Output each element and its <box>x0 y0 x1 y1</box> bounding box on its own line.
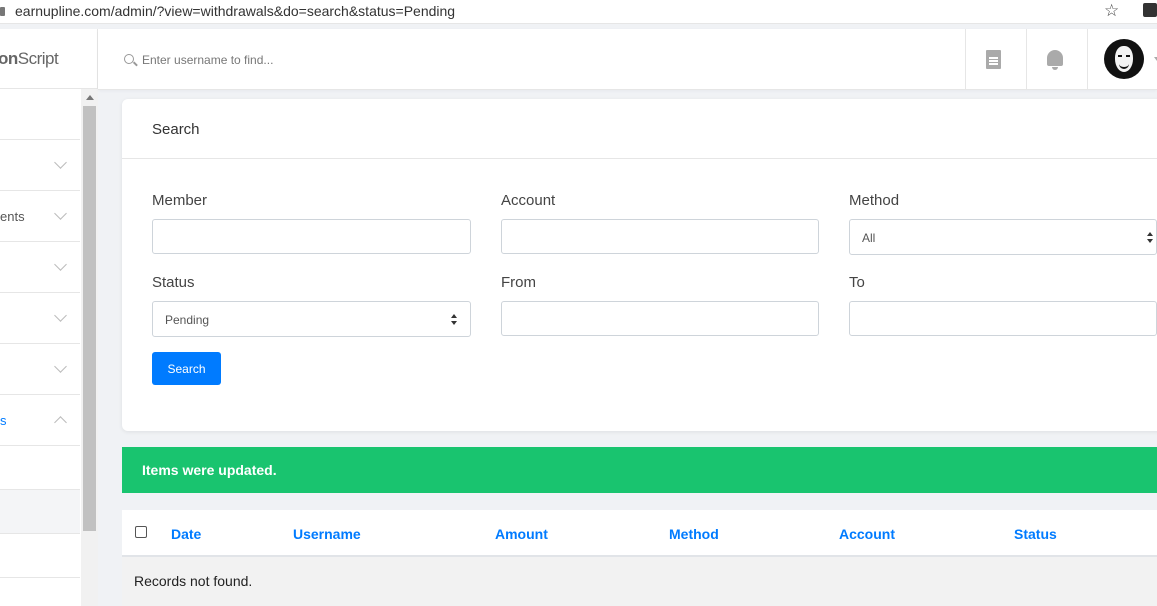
top-header <box>98 29 1157 90</box>
method-select[interactable]: All <box>849 219 1157 255</box>
sidebar-subitem-2[interactable] <box>0 490 80 534</box>
browser-address-bar[interactable]: earnupline.com/admin/?view=withdrawals&d… <box>0 0 1157 24</box>
column-date[interactable]: Date <box>171 526 201 542</box>
status-label: Status <box>152 274 195 291</box>
method-select-value: All <box>862 231 876 245</box>
from-date-input[interactable] <box>501 301 819 336</box>
sidebar-item-6[interactable] <box>0 344 80 395</box>
chevron-down-icon <box>54 258 67 271</box>
brand-logo[interactable]: onScript <box>0 29 98 89</box>
sidebar-item-3[interactable]: ents <box>0 191 80 242</box>
mask-icon <box>1115 46 1133 72</box>
search-card: Search Member Account Method All Status … <box>122 99 1157 431</box>
to-date-input[interactable] <box>849 301 1157 336</box>
select-all-checkbox[interactable] <box>135 526 147 538</box>
column-username[interactable]: Username <box>293 526 361 542</box>
method-label: Method <box>849 192 900 209</box>
header-divider <box>1026 29 1027 90</box>
brand-suffix: Script <box>17 49 59 68</box>
sidebar-scrollbar[interactable] <box>81 89 98 606</box>
search-card-title: Search <box>152 121 200 138</box>
search-icon <box>124 54 134 64</box>
sidebar-subitem-1[interactable] <box>0 446 80 490</box>
empty-message: Records not found. <box>134 573 253 589</box>
chevron-up-icon <box>54 416 67 429</box>
username-search-input[interactable] <box>142 49 542 71</box>
chevron-down-icon <box>54 360 67 373</box>
account-label: Account <box>501 192 556 209</box>
column-method[interactable]: Method <box>669 526 719 542</box>
sidebar-item-5[interactable] <box>0 293 80 344</box>
search-button[interactable]: Search <box>152 352 221 385</box>
column-account[interactable]: Account <box>839 526 895 542</box>
select-down-arrow-icon <box>1147 239 1153 243</box>
select-up-arrow-icon <box>451 314 457 318</box>
avatar[interactable] <box>1104 39 1144 79</box>
search-card-header: Search <box>122 99 1157 159</box>
lock-icon <box>0 7 5 16</box>
sidebar-item-4[interactable] <box>0 242 80 293</box>
address-url[interactable]: earnupline.com/admin/?view=withdrawals&d… <box>15 3 455 19</box>
table-empty-row: Records not found. <box>122 557 1157 606</box>
document-icon[interactable] <box>986 50 1001 69</box>
header-divider <box>965 29 966 90</box>
chevron-down-icon <box>54 156 67 169</box>
from-label: From <box>501 274 536 291</box>
sidebar-nav: ents s <box>0 89 80 578</box>
chevron-down-icon <box>54 309 67 322</box>
table-header: Date Username Amount Method Account Stat… <box>122 510 1157 557</box>
scroll-up-icon[interactable] <box>86 95 94 100</box>
sidebar-subitem-3[interactable] <box>0 534 80 578</box>
status-select-value: Pending <box>165 313 210 327</box>
bookmark-star-icon[interactable]: ☆ <box>1104 1 1119 21</box>
success-alert: Items were updated. <box>122 447 1157 493</box>
select-up-arrow-icon <box>1147 232 1153 236</box>
to-label: To <box>849 274 865 291</box>
sidebar-item-2[interactable] <box>0 140 80 191</box>
sidebar: onScript ents s <box>0 29 98 606</box>
chevron-down-icon <box>54 207 67 220</box>
bell-icon[interactable] <box>1047 50 1063 70</box>
withdrawals-table: Date Username Amount Method Account Stat… <box>122 510 1157 606</box>
select-down-arrow-icon <box>451 321 457 325</box>
member-label: Member <box>152 192 208 209</box>
column-amount[interactable]: Amount <box>495 526 548 542</box>
account-input[interactable] <box>501 219 819 254</box>
sidebar-item-label: s <box>0 413 7 428</box>
brand-prefix: on <box>0 49 18 68</box>
extensions-icon[interactable] <box>1143 3 1157 17</box>
sidebar-item-withdrawals[interactable]: s <box>0 395 80 446</box>
alert-message: Items were updated. <box>142 462 277 478</box>
sidebar-item-1[interactable] <box>0 89 80 140</box>
sidebar-item-label: ents <box>0 209 25 224</box>
scrollbar-thumb[interactable] <box>83 106 96 531</box>
header-divider <box>1087 29 1088 90</box>
member-input[interactable] <box>152 219 471 254</box>
column-status[interactable]: Status <box>1014 526 1057 542</box>
status-select[interactable]: Pending <box>152 301 471 337</box>
